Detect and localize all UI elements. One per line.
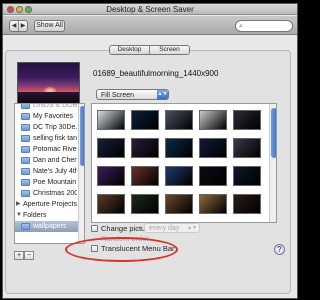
change-picture-checkbox[interactable]: [91, 225, 98, 232]
wallpaper-thumbnail[interactable]: [233, 138, 261, 158]
fit-screen-value: Fill Screen: [101, 92, 135, 99]
wallpaper-thumbnail[interactable]: [165, 166, 193, 186]
popup-arrows-icon: ▲▼: [187, 225, 197, 231]
search-input[interactable]: ⌕: [235, 20, 293, 32]
window-title: Desktop & Screen Saver: [106, 5, 194, 14]
source-list-scrollbar[interactable]: [78, 104, 84, 243]
folder-icon: [21, 104, 30, 109]
wallpaper-thumbnail[interactable]: [97, 138, 125, 158]
tab-segmented-control: Desktop Screen Saver: [109, 45, 190, 55]
wallpaper-thumbnail[interactable]: [233, 110, 261, 130]
magnifier-icon: ⌕: [239, 23, 243, 30]
sidebar-item-potomac-river[interactable]: Potomac River...: [15, 144, 77, 155]
change-interval-popup[interactable]: every day ▲▼: [144, 223, 200, 233]
folder-icon: [21, 168, 30, 175]
interval-value: every day: [149, 225, 180, 232]
picture-source-list[interactable]: LINDS & DOBBL My Favorites DC Trip 30De.…: [14, 103, 85, 244]
popup-arrows-icon: ▲▼: [157, 90, 168, 99]
sidebar-item-selling-fisk-tank[interactable]: selling fisk tank: [15, 133, 77, 144]
sidebar-item[interactable]: LINDS & DOBBL: [15, 104, 77, 111]
sidebar-item-dan-and-chen[interactable]: Dan and Chen...: [15, 155, 77, 166]
sidebar-item-wallpapers[interactable]: wallpapers: [15, 221, 84, 232]
add-folder-button[interactable]: +: [14, 251, 24, 260]
wallpaper-thumbnail[interactable]: [97, 110, 125, 130]
wallpaper-thumbnail[interactable]: [199, 138, 227, 158]
wallpaper-thumbnail[interactable]: [233, 194, 261, 214]
picture-grid[interactable]: [91, 103, 277, 223]
wallpaper-thumbnail[interactable]: [97, 194, 125, 214]
sidebar-group-aperture-projects[interactable]: ▶ Aperture Projects: [15, 199, 77, 210]
folder-icon: [21, 179, 30, 186]
wallpaper-thumbnail[interactable]: [165, 138, 193, 158]
show-all-button[interactable]: Show All: [34, 20, 65, 32]
title-bar[interactable]: Desktop & Screen Saver: [3, 4, 297, 15]
folder-icon: [21, 135, 30, 142]
folder-icon: [21, 223, 30, 230]
sidebar-group-folders[interactable]: ▼ Folders: [15, 210, 77, 221]
folder-icon: [21, 190, 30, 197]
back-button[interactable]: ◀: [10, 21, 19, 31]
wallpaper-thumbnail[interactable]: [131, 110, 159, 130]
folder-icon: [21, 124, 30, 131]
wallpaper-thumbnail[interactable]: [131, 194, 159, 214]
disclosure-collapsed-icon[interactable]: ▶: [16, 199, 21, 210]
sidebar-item-dc-trip[interactable]: DC Trip 30De...: [15, 122, 77, 133]
tab-desktop[interactable]: Desktop: [110, 46, 150, 54]
folder-icon: [21, 157, 30, 164]
picture-grid-scrollbar[interactable]: [269, 104, 276, 222]
tab-screen-saver[interactable]: Screen Saver: [150, 46, 189, 54]
wallpaper-thumbnail[interactable]: [165, 194, 193, 214]
scrollbar-thumb[interactable]: [80, 106, 84, 166]
disclosure-expanded-icon[interactable]: ▼: [16, 210, 22, 221]
red-highlight-circle: [65, 237, 178, 262]
wallpaper-thumbnail[interactable]: [199, 110, 227, 130]
wallpaper-thumbnail[interactable]: [131, 138, 159, 158]
wallpaper-thumbnail[interactable]: [131, 166, 159, 186]
current-picture-filename: 01689_beautifulmorning_1440x900: [93, 69, 219, 78]
forward-button[interactable]: ▶: [19, 21, 27, 31]
sidebar-item-christmas-2008[interactable]: Christmas 2008: [15, 188, 77, 199]
current-desktop-preview: [17, 62, 80, 105]
toolbar: ◀ ▶ Show All ⌕: [3, 16, 297, 35]
sidebar-item-poe-mountain[interactable]: Poe Mountain: [15, 177, 77, 188]
wallpaper-thumbnail[interactable]: [199, 166, 227, 186]
add-remove-buttons: + −: [14, 251, 34, 260]
wallpaper-thumbnail[interactable]: [233, 166, 261, 186]
wallpaper-thumbnail[interactable]: [199, 194, 227, 214]
folder-icon: [21, 113, 30, 120]
back-forward-buttons: ◀ ▶: [9, 20, 28, 32]
wallpaper-thumbnail[interactable]: [165, 110, 193, 130]
fit-screen-popup[interactable]: Fill Screen ▲▼: [96, 89, 169, 100]
sidebar-item-my-favorites[interactable]: My Favorites: [15, 111, 77, 122]
help-button[interactable]: ?: [274, 244, 285, 255]
wallpaper-thumbnail[interactable]: [97, 166, 125, 186]
folder-icon: [21, 146, 30, 153]
sidebar-item-nates-july-4th[interactable]: Nate's July 4th...: [15, 166, 77, 177]
remove-folder-button[interactable]: −: [24, 251, 34, 260]
scrollbar-thumb[interactable]: [271, 108, 276, 158]
